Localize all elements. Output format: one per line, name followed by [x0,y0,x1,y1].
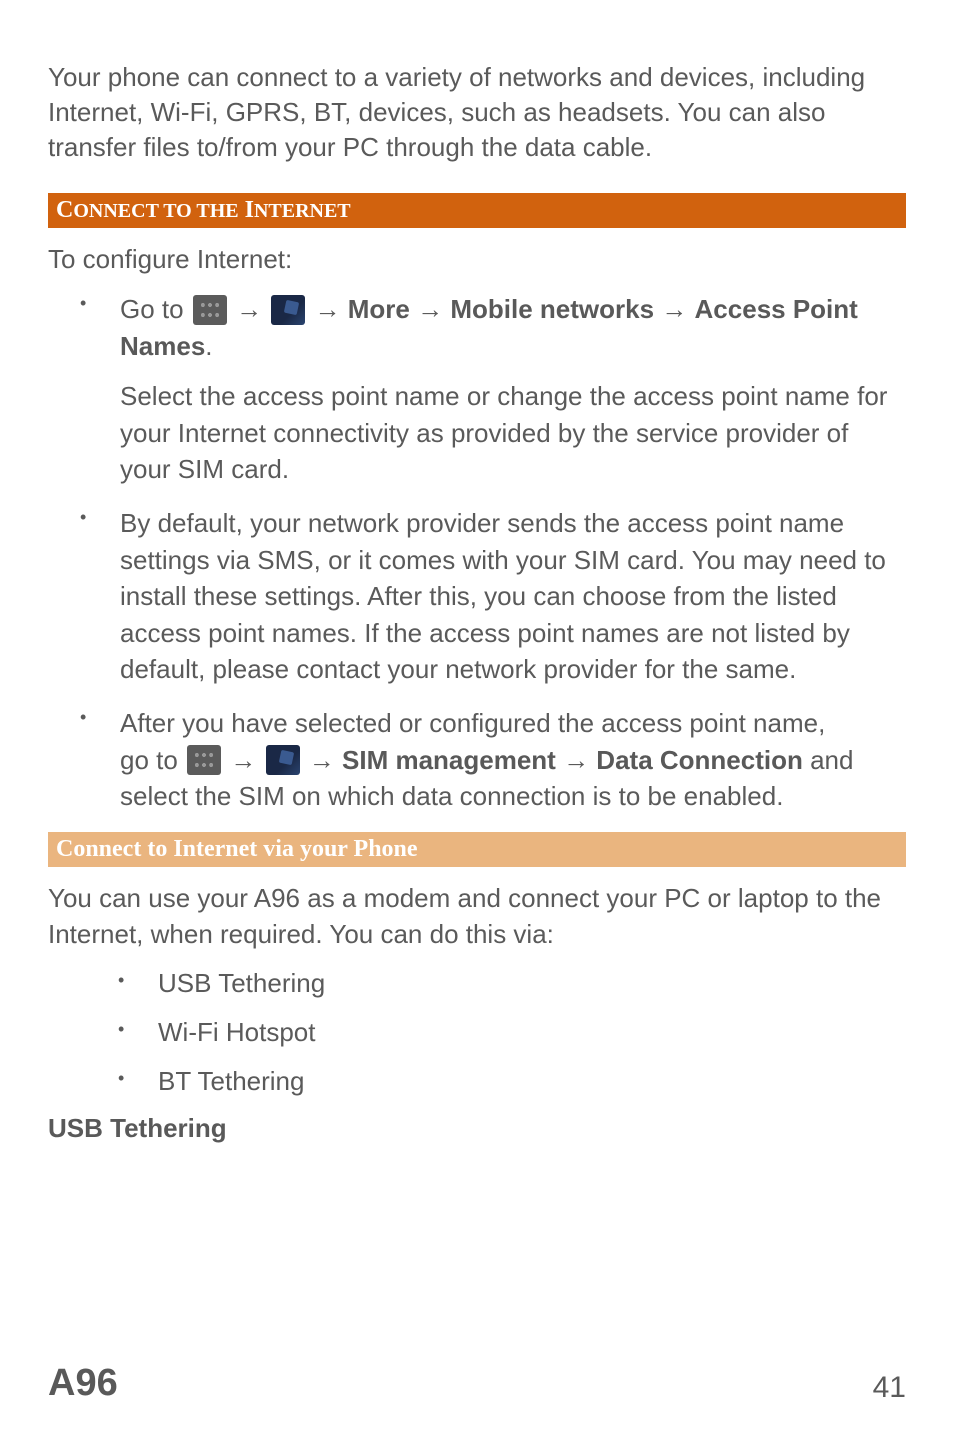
bullet1-prefix: Go to [120,294,191,324]
main-bullet-list: Go to → → More → Mobile networks → Acces… [48,291,906,814]
modem-text: You can use your A96 as a modem and conn… [48,881,906,951]
arrow-text: → [315,294,341,324]
header-word1-cap: C [56,197,73,223]
configure-internet-text: To configure Internet: [48,242,906,277]
methods-list: USB Tethering Wi-Fi Hotspot BT Tethering [48,966,906,1099]
period-text: . [205,331,212,361]
list-item: By default, your network provider sends … [120,505,906,687]
bullet1-subtext: Select the access point name or change t… [120,378,906,487]
list-item: BT Tethering [158,1064,906,1099]
list-item: USB Tethering [158,966,906,1001]
section-header-connect-internet: CONNECT TO THE INTERNET [48,193,906,228]
arrow-text: → [309,745,335,775]
arrow-text: → [563,745,589,775]
subsection-header-connect-via-phone: Connect to Internet via your Phone [48,832,906,867]
apps-icon [193,295,227,325]
path-mobile-networks: Mobile networks [450,294,654,324]
apps-icon [187,745,221,775]
intro-paragraph: Your phone can connect to a variety of n… [48,60,906,165]
arrow-text: → [417,294,443,324]
settings-icon [266,745,300,775]
path-more: More [348,294,410,324]
bullet1-line: Go to → → More → Mobile networks → Acces… [120,291,906,364]
footer-page-number: 41 [873,1371,906,1405]
list-item: Wi-Fi Hotspot [158,1015,906,1050]
bullet3-line1: After you have selected or configured th… [120,708,825,738]
bullet2-text: By default, your network provider sends … [120,505,906,687]
header-word1-rest: ONNECT TO THE [73,200,238,222]
usb-tethering-heading: USB Tethering [48,1113,906,1144]
path-sim-management: SIM management [342,745,556,775]
header-word2-rest: NTERNET [254,200,351,222]
settings-icon [271,295,305,325]
path-data-connection: Data Connection [596,745,803,775]
bullet3-prefix2: go to [120,745,185,775]
arrow-text: → [236,294,262,324]
list-item: Go to → → More → Mobile networks → Acces… [120,291,906,487]
header-word2-cap: I [245,197,254,223]
page-footer: A96 41 [48,1362,906,1405]
bullet3-block: After you have selected or configured th… [120,705,906,814]
list-item: After you have selected or configured th… [120,705,906,814]
arrow-text: → [230,745,256,775]
arrow-text: → [661,294,687,324]
footer-model: A96 [48,1362,118,1405]
